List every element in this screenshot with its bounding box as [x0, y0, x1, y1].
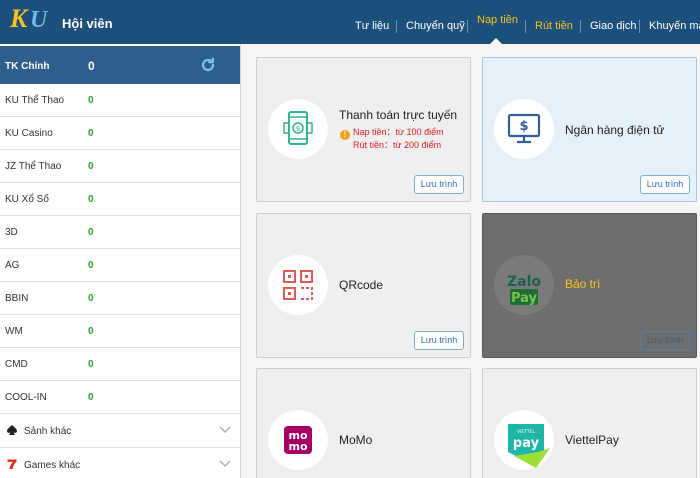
nav-divider — [639, 20, 640, 33]
spade-icon — [7, 425, 17, 435]
wallet-balance: 0 — [88, 227, 94, 238]
wallet-row[interactable]: KU Casino 0 — [0, 117, 240, 150]
mobile-payment-icon: $ — [283, 111, 313, 145]
viettelpay-logo-small: VIETTEL — [517, 429, 536, 435]
zalopay-card[interactable]: Zalo Pay Bảo trì Lưu trình — [482, 213, 697, 358]
wallet-balance: 0 — [88, 260, 94, 271]
e-banking-icon-circle: $ — [494, 99, 554, 159]
svg-text:$: $ — [519, 119, 528, 134]
wallet-balance: 0 — [88, 359, 94, 370]
online-payment-card[interactable]: $ Thanh toán trực tuyến ! Nạp tiền：từ 10… — [256, 57, 471, 202]
deposit-minimum-note: Nạp tiền：từ 100 điểm — [353, 127, 444, 137]
warning-icon: ! — [340, 130, 350, 140]
zalopay-logo-bottom: Pay — [511, 291, 538, 306]
qrcode-icon-circle — [268, 255, 328, 315]
wallet-row[interactable]: KU Thể Thao 0 — [0, 84, 240, 117]
wallet-name: COOL-IN — [5, 392, 47, 403]
wallet-balance: 0 — [88, 392, 94, 403]
chevron-down-icon — [219, 460, 231, 468]
maintenance-label: Bảo trì — [565, 277, 601, 291]
main-account-row: TK Chính 0 — [0, 46, 240, 84]
nav-khuyen-mai[interactable]: Khuyến mãi — [649, 21, 700, 32]
main-nav: Tư liệu Chuyển quỹ Nạp tiền Rút tiền Gia… — [0, 0, 700, 44]
nav-divider — [525, 20, 526, 33]
games-khac-label: Games khác — [24, 460, 81, 471]
wallet-name: BBIN — [5, 293, 29, 304]
online-payment-icon-circle: $ — [268, 99, 328, 159]
seven-icon — [7, 459, 17, 469]
main-account-balance: 0 — [88, 59, 95, 73]
nav-rut-tien[interactable]: Rút tiền — [535, 21, 573, 32]
nav-divider — [580, 20, 581, 33]
nav-divider — [396, 20, 397, 33]
chevron-down-icon — [219, 426, 231, 434]
luu-trinh-button[interactable]: Lưu trình — [414, 175, 464, 194]
qrcode-icon — [283, 270, 313, 300]
main-account-label: TK Chính — [5, 61, 50, 72]
nav-giao-dich[interactable]: Giao dịch — [590, 21, 636, 32]
wallet-row[interactable]: CMD 0 — [0, 348, 240, 381]
wallet-row[interactable]: JZ Thể Thao 0 — [0, 150, 240, 183]
wallet-row[interactable]: WM 0 — [0, 315, 240, 348]
wallet-sidebar: TK Chính 0 KU Thể Thao 0 KU Casino 0 JZ … — [0, 44, 241, 478]
wallet-row[interactable]: 3D 0 — [0, 216, 240, 249]
wallet-name: WM — [5, 326, 23, 337]
wallet-name: KU Xổ Số — [5, 194, 49, 205]
wallet-balance: 0 — [88, 293, 94, 304]
zalopay-icon-circle: Zalo Pay — [494, 255, 554, 315]
withdraw-minimum-note: Rút tiền：từ 200 điểm — [353, 140, 442, 150]
zalopay-logo-top: Zalo — [507, 274, 541, 290]
monitor-dollar-icon: $ — [507, 113, 541, 144]
wallet-balance: 0 — [88, 128, 94, 139]
zalopay-logo-icon: Zalo Pay — [507, 274, 541, 306]
viettelpay-card[interactable]: VIETTEL pay ViettelPay — [482, 368, 697, 478]
momo-card[interactable]: mo mo MoMo — [256, 368, 471, 478]
luu-trinh-button[interactable]: Lưu trình — [414, 331, 464, 350]
active-nav-caret — [490, 38, 502, 44]
wallet-name: JZ Thể Thao — [5, 161, 62, 172]
wallet-row[interactable]: KU Xổ Số 0 — [0, 183, 240, 216]
luu-trinh-button[interactable]: Lưu trình — [640, 175, 690, 194]
sanh-khac-toggle[interactable]: Sảnh khác — [0, 414, 240, 448]
qrcode-card[interactable]: QRcode Lưu trình — [256, 213, 471, 358]
card-title: QRcode — [339, 278, 384, 292]
wallet-balance: 0 — [88, 95, 94, 106]
viettelpay-logo-text: pay — [513, 436, 540, 451]
card-title: ViettelPay — [565, 433, 619, 447]
wallet-name: KU Casino — [5, 128, 53, 139]
sanh-khac-label: Sảnh khác — [24, 426, 72, 437]
wallet-balance: 0 — [88, 194, 94, 205]
wallet-name: CMD — [5, 359, 28, 370]
wallet-balance: 0 — [88, 326, 94, 337]
top-header: K U Hội viên Tư liệu Chuyển quỹ Nạp tiền… — [0, 0, 700, 44]
wallet-name: AG — [5, 260, 20, 271]
luu-trinh-button[interactable]: Lưu trình — [640, 331, 690, 350]
wallet-row[interactable]: BBIN 0 — [0, 282, 240, 315]
viettelpay-icon-circle: VIETTEL pay — [494, 410, 554, 470]
nav-divider — [467, 20, 468, 33]
wallet-balance: 0 — [88, 161, 94, 172]
svg-text:$: $ — [296, 125, 300, 133]
momo-logo-icon: mo mo — [284, 426, 312, 454]
nav-tu-lieu[interactable]: Tư liệu — [355, 21, 389, 32]
momo-icon-circle: mo mo — [268, 410, 328, 470]
momo-logo-bottom: mo — [288, 440, 307, 453]
wallet-name: 3D — [5, 227, 18, 238]
e-banking-card[interactable]: $ Ngân hàng điện tử Lưu trình — [482, 57, 697, 202]
card-title: MoMo — [339, 433, 373, 447]
viettelpay-logo-icon: VIETTEL pay — [508, 424, 550, 468]
wallet-row[interactable]: COOL-IN 0 — [0, 381, 240, 414]
card-title: Ngân hàng điện tử — [565, 123, 665, 137]
refresh-icon[interactable] — [200, 57, 216, 73]
wallet-row[interactable]: AG 0 — [0, 249, 240, 282]
card-title: Thanh toán trực tuyến — [339, 108, 458, 122]
games-khac-toggle[interactable]: Games khác — [0, 448, 240, 478]
wallet-name: KU Thể Thao — [5, 95, 65, 106]
nav-chuyen-quy[interactable]: Chuyển quỹ — [406, 21, 465, 32]
nav-nap-tien[interactable]: Nạp tiền — [477, 15, 518, 26]
